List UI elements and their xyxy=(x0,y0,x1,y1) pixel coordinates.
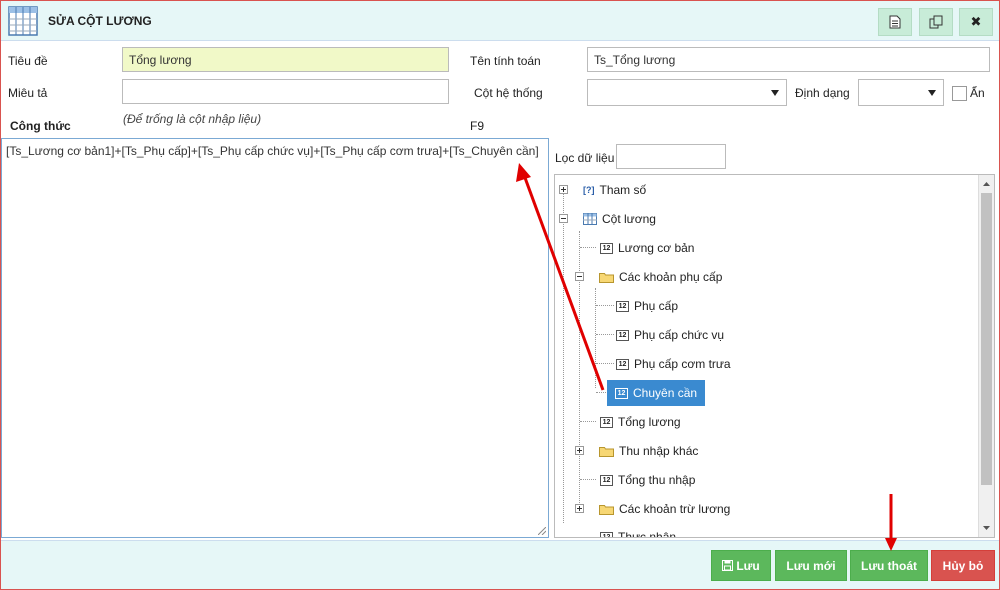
tree-connector xyxy=(580,479,596,480)
number-field-icon: 12 xyxy=(600,531,613,537)
save-button-label: Lưu xyxy=(736,558,760,573)
an-checkbox[interactable] xyxy=(952,86,967,101)
scrollbar-thumb[interactable] xyxy=(981,193,992,485)
mieu-ta-label: Miêu tả xyxy=(8,86,48,100)
resize-grip-icon[interactable] xyxy=(538,527,546,535)
tree-item-tong-luong[interactable]: 12 Tổng lương xyxy=(600,412,681,432)
number-field-icon: 12 xyxy=(616,358,629,370)
chevron-down-icon xyxy=(771,90,779,96)
scroll-down-icon[interactable] xyxy=(979,521,994,535)
scroll-up-icon[interactable] xyxy=(979,177,994,191)
tree-connector xyxy=(596,392,606,393)
folder-icon xyxy=(599,273,614,283)
data-tree: [?] Tham số Cột lương 12 Lương cơ bản Cá… xyxy=(554,174,995,538)
tree-item-label: Phụ cấp chức vụ xyxy=(634,328,725,342)
save-new-button-label: Lưu mới xyxy=(786,558,836,573)
parameter-icon: [?] xyxy=(583,185,595,195)
folder-icon xyxy=(599,505,614,515)
tieu-de-input[interactable] xyxy=(122,47,449,72)
cong-thuc-label: Công thức xyxy=(10,119,71,133)
close-button[interactable]: ✖ xyxy=(959,8,993,36)
save-new-button[interactable]: Lưu mới xyxy=(775,550,847,581)
tree-item-label: Cột lương xyxy=(602,212,656,226)
close-icon: ✖ xyxy=(970,14,982,29)
collapse-icon[interactable] xyxy=(575,272,584,281)
tree-item-label: Phụ cấp xyxy=(634,299,679,313)
formula-text: [Ts_Lương cơ bản1]+[Ts_Phụ cấp]+[Ts_Phụ … xyxy=(6,144,539,158)
tree-connector xyxy=(596,334,614,335)
table-icon xyxy=(583,213,597,225)
tree-item-cac-khoan-tru-luong[interactable]: Các khoản trừ lương xyxy=(599,499,730,519)
number-field-icon: 12 xyxy=(615,387,628,399)
save-icon xyxy=(722,560,734,571)
tree-item-label: Tổng lương xyxy=(618,415,681,429)
tree-item-luong-co-ban[interactable]: 12 Lương cơ bản xyxy=(600,238,694,258)
tree-item-label: Các khoản phụ cấp xyxy=(619,270,723,284)
tree-item-phu-cap-chuc-vu[interactable]: 12 Phụ cấp chức vụ xyxy=(616,325,724,345)
number-field-icon: 12 xyxy=(616,329,629,341)
document-button[interactable] xyxy=(878,8,912,36)
tree-item-label: Các khoản trừ lương xyxy=(619,502,731,516)
tree-item-chuyen-can[interactable]: 12 Chuyên cần xyxy=(607,380,706,406)
folder-icon xyxy=(599,447,614,457)
tieu-de-label: Tiêu đề xyxy=(8,54,48,68)
tree-item-phu-cap[interactable]: 12 Phụ cấp xyxy=(616,296,678,316)
tree-item-thuc-nhan[interactable]: 12 Thực nhận xyxy=(600,527,677,538)
mieu-ta-input[interactable] xyxy=(122,79,449,104)
tree-item-tong-thu-nhap[interactable]: 12 Tổng thu nhập xyxy=(600,470,695,490)
an-label: Ẩn xyxy=(970,86,985,100)
tree-item-label: Chuyên cần xyxy=(633,386,698,400)
document-icon xyxy=(889,15,901,29)
number-field-icon: 12 xyxy=(600,416,613,428)
tree-item-label: Tham số xyxy=(599,183,647,197)
cong-thuc-hint: (Để trống là cột nhập liệu) xyxy=(123,112,262,126)
copy-icon xyxy=(929,15,943,29)
expand-icon[interactable] xyxy=(575,446,584,455)
filter-input[interactable] xyxy=(616,144,726,169)
tree-item-label: Phụ cấp cơm trưa xyxy=(634,357,731,371)
tree-item-cac-khoan-phu-cap[interactable]: Các khoản phụ cấp xyxy=(599,267,722,287)
collapse-icon[interactable] xyxy=(559,214,568,223)
tree-item-thu-nhap-khac[interactable]: Thu nhập khác xyxy=(599,441,698,461)
save-button[interactable]: Lưu xyxy=(711,550,771,581)
tree-item-label: Thực nhận xyxy=(618,530,677,538)
ten-tinh-toan-label: Tên tính toán xyxy=(470,54,541,68)
tree-scrollbar[interactable] xyxy=(978,175,994,537)
dialog-title: SỬA CỘT LƯƠNG xyxy=(48,14,152,28)
tree-connector xyxy=(596,363,614,364)
number-field-icon: 12 xyxy=(600,474,613,486)
table-icon xyxy=(8,6,38,36)
number-field-icon: 12 xyxy=(616,300,629,312)
cancel-button[interactable]: Hủy bỏ xyxy=(931,550,995,581)
copy-button[interactable] xyxy=(919,8,953,36)
tree-item-tham-so[interactable]: [?] Tham số xyxy=(583,180,646,200)
tree-item-label: Tổng thu nhập xyxy=(618,473,696,487)
tree-connector xyxy=(580,421,596,422)
tree-connector xyxy=(580,247,596,248)
save-exit-button[interactable]: Lưu thoát xyxy=(850,550,928,581)
cancel-button-label: Hủy bỏ xyxy=(942,558,984,573)
number-field-icon: 12 xyxy=(600,242,613,254)
tree-connector xyxy=(563,193,564,523)
tree-connector xyxy=(596,305,614,306)
filter-label: Lọc dữ liệu xyxy=(555,151,615,165)
save-exit-button-label: Lưu thoát xyxy=(860,558,917,573)
expand-icon[interactable] xyxy=(575,504,584,513)
dialog-footer: Lưu Lưu mới Lưu thoát Hủy bỏ xyxy=(1,540,999,589)
expand-icon[interactable] xyxy=(559,185,568,194)
cot-he-thong-select[interactable] xyxy=(587,79,787,106)
dinh-dang-label: Định dạng xyxy=(795,86,850,100)
tree-item-label: Thu nhập khác xyxy=(619,444,699,458)
dialog-titlebar: SỬA CỘT LƯƠNG ✖ xyxy=(1,1,999,41)
tree-item-phu-cap-com-trua[interactable]: 12 Phụ cấp cơm trưa xyxy=(616,354,731,374)
tree-item-cot-luong[interactable]: Cột lương xyxy=(583,209,656,229)
f9-label: F9 xyxy=(470,119,485,133)
chevron-down-icon xyxy=(928,90,936,96)
ten-tinh-toan-input[interactable] xyxy=(587,47,990,72)
tree-item-label: Lương cơ bản xyxy=(618,241,695,255)
cot-he-thong-label: Cột hệ thống xyxy=(474,86,543,100)
dinh-dang-select[interactable] xyxy=(858,79,944,106)
formula-textarea[interactable]: [Ts_Lương cơ bản1]+[Ts_Phụ cấp]+[Ts_Phụ … xyxy=(1,138,549,538)
tree-connector xyxy=(595,288,596,388)
